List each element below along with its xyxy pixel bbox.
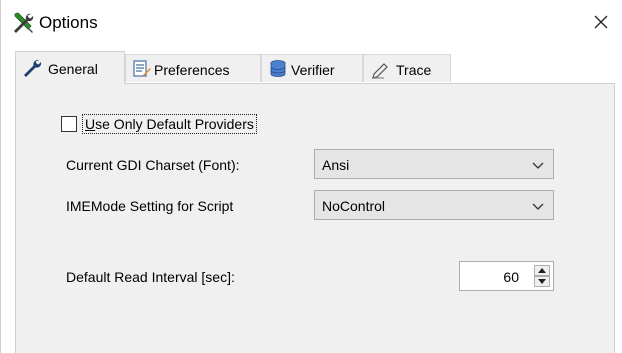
- options-dialog: Options General Preferences Verifier Tra…: [0, 0, 622, 353]
- increment-button[interactable]: [534, 265, 550, 276]
- window-title: Options: [39, 13, 98, 32]
- tab-trace-label: Trace: [396, 62, 432, 78]
- chevron-down-icon: [531, 199, 545, 211]
- close-icon: [594, 15, 608, 29]
- read-interval-value[interactable]: 60: [503, 269, 519, 285]
- database-icon: [268, 59, 288, 79]
- gdi-charset-label: Current GDI Charset (Font):: [66, 157, 240, 173]
- gdi-charset-select[interactable]: Ansi: [314, 149, 554, 179]
- close-button[interactable]: [588, 10, 614, 34]
- imemode-label: IMEMode Setting for Script: [66, 198, 234, 214]
- preferences-icon: [132, 59, 152, 79]
- tab-general-label: General: [48, 61, 98, 77]
- chevron-down-icon: [531, 158, 545, 170]
- imemode-select[interactable]: NoControl: [314, 190, 554, 220]
- tab-preferences[interactable]: Preferences: [125, 54, 261, 82]
- decrement-button[interactable]: [534, 276, 550, 287]
- caret-up-icon: [538, 268, 546, 273]
- wrench-icon: [22, 58, 42, 78]
- gdi-charset-value: Ansi: [322, 157, 350, 173]
- tools-icon: [11, 11, 35, 35]
- tab-trace[interactable]: Trace: [363, 54, 451, 82]
- tab-general[interactable]: General: [15, 51, 125, 84]
- tab-verifier[interactable]: Verifier: [261, 54, 363, 82]
- tab-preferences-label: Preferences: [154, 62, 230, 78]
- tab-verifier-label: Verifier: [291, 62, 335, 78]
- imemode-value: NoControl: [322, 198, 386, 214]
- read-interval-stepper[interactable]: 60: [459, 261, 554, 291]
- caret-down-icon: [538, 279, 546, 284]
- pen-icon: [370, 59, 390, 79]
- default-providers-checkbox[interactable]: [61, 116, 77, 132]
- tab-strip: General Preferences Verifier Trace: [15, 51, 615, 84]
- read-interval-label: Default Read Interval [sec]:: [66, 269, 235, 285]
- default-providers-label[interactable]: Use Only Default Providers: [82, 114, 257, 134]
- title-bar[interactable]: Options: [1, 0, 621, 44]
- general-panel: Use Only Default Providers Current GDI C…: [15, 83, 615, 353]
